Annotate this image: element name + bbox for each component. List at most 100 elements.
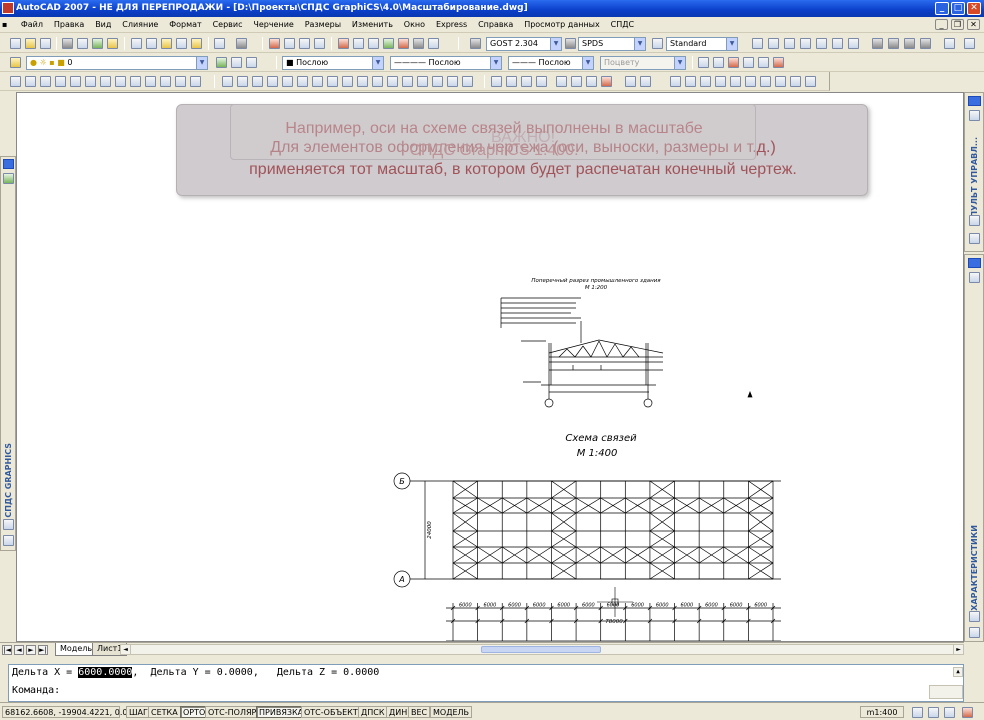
filter-icon[interactable]: [775, 76, 786, 87]
view-right-icon[interactable]: [816, 38, 827, 49]
viewport-icon[interactable]: [752, 38, 763, 49]
next-tab-icon[interactable]: ►: [26, 645, 36, 655]
lineweight-button[interactable]: ВЕС: [408, 706, 431, 718]
frame-icon[interactable]: [586, 76, 597, 87]
viewport-tile-icon[interactable]: [625, 76, 636, 87]
tool-palettes-icon[interactable]: [368, 38, 379, 49]
coordinates-display[interactable]: 68162.6608, -19904.4221, 0.0000: [2, 706, 143, 718]
copy-icon[interactable]: [146, 38, 157, 49]
axis-line-icon[interactable]: [70, 76, 81, 87]
chevron-down-icon[interactable]: ▼: [490, 57, 501, 69]
prev-tab-icon[interactable]: ◄: [14, 645, 24, 655]
ucs-icon[interactable]: [964, 38, 975, 49]
spds-table-icon[interactable]: [743, 57, 754, 68]
sheet-set-icon[interactable]: [383, 38, 394, 49]
spds-fragment-icon[interactable]: [773, 57, 784, 68]
scroll-left-icon[interactable]: ◄: [121, 645, 131, 654]
zoom-previous-icon[interactable]: [314, 38, 325, 49]
dim-style-select[interactable]: SPDS ▼: [578, 37, 646, 51]
menu-draw[interactable]: Черчение: [249, 17, 297, 32]
options-icon[interactable]: [805, 76, 816, 87]
layer-select[interactable]: ● ☼ ▪ ■ 0 ▼: [26, 56, 208, 70]
roughness-icon[interactable]: [417, 76, 428, 87]
wizard-icon[interactable]: [521, 76, 532, 87]
paste-icon[interactable]: [161, 38, 172, 49]
section-icon[interactable]: [130, 76, 141, 87]
command-window[interactable]: Дельта X = 6000.0000, Дельта Y = 0.0000,…: [8, 664, 964, 702]
model-space-button[interactable]: МОДЕЛЬ: [430, 706, 473, 718]
axis-icon[interactable]: [10, 76, 21, 87]
layer-manager-icon[interactable]: [10, 57, 21, 68]
panel-tool-icon[interactable]: [969, 110, 980, 121]
dashboard-panel[interactable]: ПУЛЬТ УПРАВЛ...: [964, 92, 984, 252]
panel-close-icon[interactable]: [968, 96, 981, 106]
print-preview-icon[interactable]: [77, 38, 88, 49]
viewport-cascade-icon[interactable]: [640, 76, 651, 87]
symmetry-icon[interactable]: [462, 76, 473, 87]
menu-merge[interactable]: Слияние: [118, 17, 162, 32]
panel-menu-icon[interactable]: [3, 535, 14, 546]
table-style-select[interactable]: Standard ▼: [666, 37, 738, 51]
dim-style-icon[interactable]: [565, 38, 576, 49]
first-tab-icon[interactable]: |◄: [2, 645, 12, 655]
view-iso-sw-icon[interactable]: [872, 38, 883, 49]
3d-orbit-icon[interactable]: [944, 38, 955, 49]
leader-icon[interactable]: [327, 76, 338, 87]
menu-spds[interactable]: СПДС: [607, 17, 638, 32]
color-select[interactable]: ■ Послою ▼: [282, 56, 384, 70]
search-icon[interactable]: [760, 76, 771, 87]
maximize-button[interactable]: □: [951, 2, 965, 15]
calculator-icon[interactable]: [700, 76, 711, 87]
coordinate-icon[interactable]: [100, 76, 111, 87]
dim-chain-icon[interactable]: [237, 76, 248, 87]
grid-button[interactable]: СЕТКА: [148, 706, 181, 718]
view-iso-ne-icon[interactable]: [904, 38, 915, 49]
scroll-thumb[interactable]: [481, 646, 601, 653]
redo-icon[interactable]: [236, 38, 247, 49]
autocad-app-icon[interactable]: [2, 2, 14, 14]
match-properties-icon[interactable]: [176, 38, 187, 49]
panel-tool-icon[interactable]: [969, 272, 980, 283]
panel-close-icon[interactable]: [968, 258, 981, 268]
layer-states-icon[interactable]: [246, 57, 257, 68]
command-prompt[interactable]: Команда:: [12, 685, 60, 696]
horizontal-scrollbar[interactable]: ◄ ►: [120, 644, 964, 655]
3d-dwf-icon[interactable]: [107, 38, 118, 49]
panel-tool-icon[interactable]: [3, 173, 14, 184]
save-icon[interactable]: [40, 38, 51, 49]
menu-dimension[interactable]: Размеры: [301, 17, 345, 32]
menu-tools[interactable]: Сервис: [209, 17, 247, 32]
view-left-icon[interactable]: [800, 38, 811, 49]
doc-close-button[interactable]: ✕: [967, 19, 980, 30]
weld-icon[interactable]: [190, 76, 201, 87]
layer-previous-icon[interactable]: [231, 57, 242, 68]
publish-icon[interactable]: [92, 38, 103, 49]
marking-icon[interactable]: [432, 76, 443, 87]
dynamic-input-button[interactable]: ДИН: [386, 706, 411, 718]
make-current-layer-icon[interactable]: [216, 57, 227, 68]
scroll-right-icon[interactable]: ►: [953, 645, 963, 654]
panel-menu-icon[interactable]: [969, 627, 980, 638]
drawing-check-icon[interactable]: [745, 76, 756, 87]
zoom-realtime-icon[interactable]: [284, 38, 295, 49]
markup-icon[interactable]: [398, 38, 409, 49]
properties-panel[interactable]: ХАРАКТЕРИСТИКИ: [964, 254, 984, 642]
dim-diameter-icon[interactable]: [297, 76, 308, 87]
spds-format-icon[interactable]: [713, 57, 724, 68]
annotation-scale[interactable]: m1:400: [860, 706, 904, 718]
menu-file[interactable]: Файл: [17, 17, 47, 32]
spds-stamp-icon[interactable]: [728, 57, 739, 68]
tolerance-icon[interactable]: [402, 76, 413, 87]
object-library-icon[interactable]: [491, 76, 502, 87]
import-icon[interactable]: [730, 76, 741, 87]
elevation-icon[interactable]: [160, 76, 171, 87]
menu-express[interactable]: Express: [432, 17, 471, 32]
text-style-icon[interactable]: [470, 38, 481, 49]
comm-center-icon[interactable]: [928, 707, 939, 718]
chevron-down-icon[interactable]: ▼: [634, 38, 645, 50]
view-arrow-icon[interactable]: [145, 76, 156, 87]
zoom-window-icon[interactable]: [299, 38, 310, 49]
doc-minimize-button[interactable]: _: [935, 19, 948, 30]
note-icon[interactable]: [387, 76, 398, 87]
chevron-down-icon[interactable]: ▼: [726, 38, 737, 50]
